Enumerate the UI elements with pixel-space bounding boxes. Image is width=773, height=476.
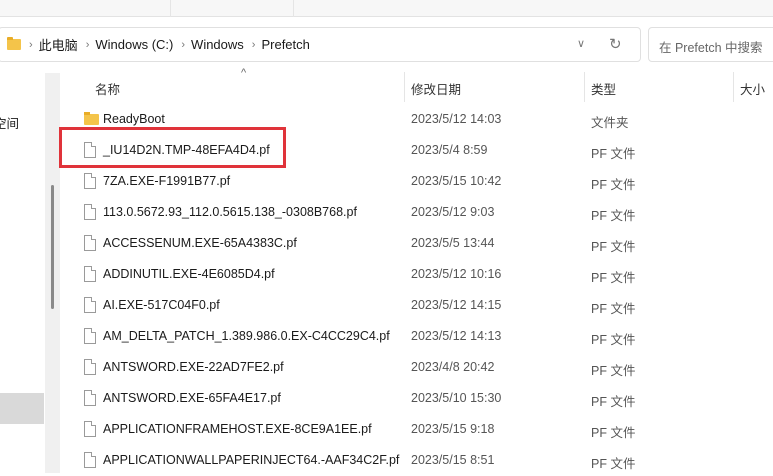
file-name: ANTSWORD.EXE-22AD7FE2.pf (103, 360, 284, 374)
file-name: ADDINUTIL.EXE-4E6085D4.pf (103, 267, 275, 281)
file-type: PF 文件 (591, 147, 636, 161)
column-header-size[interactable]: 大小 (740, 72, 765, 102)
file-type: PF 文件 (591, 333, 636, 347)
divider (293, 0, 294, 17)
folder-icon (84, 112, 99, 125)
breadcrumb-this-pc[interactable]: 此电脑 (39, 35, 78, 54)
file-type: PF 文件 (591, 240, 636, 254)
file-icon (84, 266, 96, 283)
file-date: 2023/5/10 15:30 (411, 391, 502, 405)
chevron-right-icon: › (85, 38, 90, 51)
file-type: PF 文件 (591, 209, 636, 223)
divider (170, 0, 171, 17)
refresh-icon[interactable]: ↻ (609, 35, 622, 53)
file-row[interactable]: 7ZA.EXE-F1991B77.pf 2023/5/15 10:42 PF 文… (60, 166, 773, 197)
file-date: 2023/5/12 9:03 (411, 205, 495, 219)
file-icon (84, 204, 96, 221)
divider[interactable] (584, 72, 585, 102)
file-icon (84, 173, 96, 190)
file-icon (84, 235, 96, 252)
divider[interactable] (733, 72, 734, 102)
column-header-type[interactable]: 类型 (591, 72, 616, 102)
file-type: PF 文件 (591, 302, 636, 316)
file-row[interactable]: ANTSWORD.EXE-22AD7FE2.pf 2023/4/8 20:42 … (60, 352, 773, 383)
file-name: AM_DELTA_PATCH_1.389.986.0.EX-C4CC29C4.p… (103, 329, 390, 343)
file-date: 2023/5/12 14:15 (411, 298, 502, 312)
folder-icon (7, 37, 21, 50)
file-type: PF 文件 (591, 364, 636, 378)
file-row[interactable]: ACCESSENUM.EXE-65A4383C.pf 2023/5/5 13:4… (60, 228, 773, 259)
file-name: ANTSWORD.EXE-65FA4E17.pf (103, 391, 281, 405)
file-icon (84, 297, 96, 314)
highlight-box (59, 127, 286, 168)
scrollbar-thumb[interactable] (51, 185, 54, 309)
tab-strip (0, 0, 773, 17)
breadcrumb-windows[interactable]: Windows (191, 37, 244, 52)
file-name: 7ZA.EXE-F1991B77.pf (103, 174, 231, 188)
search-input[interactable]: 在 Prefetch 中搜索 (648, 27, 773, 62)
chevron-right-icon: › (251, 38, 256, 51)
file-icon (84, 359, 96, 376)
file-name: APPLICATIONWALLPAPERINJECT64.-AAF34C2F.p… (103, 453, 400, 467)
chevron-down-icon[interactable]: ∨ (577, 37, 585, 50)
file-date: 2023/5/12 10:16 (411, 267, 502, 281)
file-date: 2023/5/15 10:42 (411, 174, 502, 188)
file-type: PF 文件 (591, 457, 636, 471)
address-bar[interactable]: › 此电脑 › Windows (C:) › Windows › Prefetc… (0, 27, 641, 62)
file-row[interactable]: ADDINUTIL.EXE-4E6085D4.pf 2023/5/12 10:1… (60, 259, 773, 290)
sidebar-selected-item[interactable] (0, 393, 44, 424)
file-date: 2023/5/5 13:44 (411, 236, 495, 250)
file-icon (84, 328, 96, 345)
column-header-date[interactable]: 修改日期 (411, 72, 461, 102)
file-date: 2023/5/12 14:13 (411, 329, 502, 343)
file-type: PF 文件 (591, 426, 636, 440)
file-row[interactable]: 113.0.5672.93_112.0.5615.138_-0308B768.p… (60, 197, 773, 228)
divider[interactable] (404, 72, 405, 102)
sort-ascending-icon: ^ (241, 67, 247, 79)
file-row[interactable]: ANTSWORD.EXE-65FA4E17.pf 2023/5/10 15:30… (60, 383, 773, 414)
file-type: PF 文件 (591, 271, 636, 285)
file-date: 2023/5/12 14:03 (411, 112, 502, 126)
file-icon (84, 390, 96, 407)
file-type: 文件夹 (591, 116, 629, 130)
file-type: PF 文件 (591, 178, 636, 192)
file-icon (84, 452, 96, 469)
file-row[interactable]: APPLICATIONWALLPAPERINJECT64.-AAF34C2F.p… (60, 445, 773, 476)
breadcrumb-c-drive[interactable]: Windows (C:) (95, 37, 173, 52)
file-name: APPLICATIONFRAMEHOST.EXE-8CE9A1EE.pf (103, 422, 372, 436)
file-date: 2023/5/4 8:59 (411, 143, 488, 157)
file-row[interactable]: APPLICATIONFRAMEHOST.EXE-8CE9A1EE.pf 202… (60, 414, 773, 445)
file-name: ACCESSENUM.EXE-65A4383C.pf (103, 236, 297, 250)
file-name: ReadyBoot (103, 112, 165, 126)
sidebar-item[interactable]: 空间 (0, 113, 19, 132)
breadcrumb-prefetch[interactable]: Prefetch (261, 37, 309, 52)
file-row[interactable]: AM_DELTA_PATCH_1.389.986.0.EX-C4CC29C4.p… (60, 321, 773, 352)
file-name: 113.0.5672.93_112.0.5615.138_-0308B768.p… (103, 205, 357, 219)
file-date: 2023/4/8 20:42 (411, 360, 495, 374)
file-type: PF 文件 (591, 395, 636, 409)
file-row[interactable]: AI.EXE-517C04F0.pf 2023/5/12 14:15 PF 文件 (60, 290, 773, 321)
sidebar-scrollbar[interactable] (45, 73, 60, 473)
file-name: AI.EXE-517C04F0.pf (103, 298, 220, 312)
chevron-right-icon: › (181, 38, 186, 51)
chevron-right-icon: › (29, 38, 33, 51)
file-date: 2023/5/15 9:18 (411, 422, 495, 436)
file-date: 2023/5/15 8:51 (411, 453, 495, 467)
file-icon (84, 421, 96, 438)
column-header-name[interactable]: 名称 (95, 72, 120, 102)
